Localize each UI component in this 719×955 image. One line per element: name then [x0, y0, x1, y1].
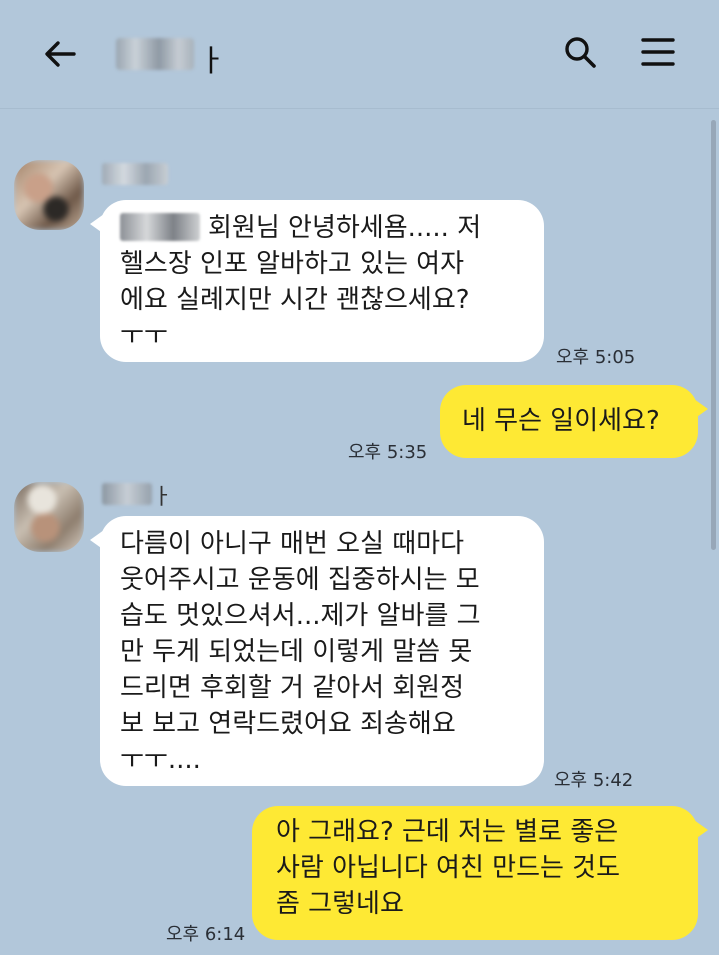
message-line: 만 두게 되었는데 이렇게 말씀 못 [120, 637, 473, 667]
message-line: 네 무슨 일이세요? [462, 406, 660, 436]
message-line: 에요 실례지만 시간 괜찮으세요? [120, 285, 470, 315]
chat-title-suffix: ㅏ [198, 44, 226, 79]
chat-scrollbar[interactable] [711, 120, 716, 550]
back-button[interactable] [36, 30, 84, 78]
redacted-text [120, 213, 200, 241]
message-line: 보 보고 연락드렸어요 죄송해요 [120, 709, 456, 739]
sent-message-bubble[interactable]: 아 그래요? 근데 저는 별로 좋은 사람 아닙니다 여친 만드는 것도 좀 그… [252, 806, 708, 940]
search-button[interactable] [556, 28, 604, 76]
received-message-bubble[interactable]: 다름이 아니구 매번 오실 때마다 웃어주시고 운동에 집중하시는 모 습도 멋… [90, 516, 544, 786]
message-timestamp: 오후 5:35 [348, 442, 428, 463]
message-line: 웃어주시고 운동에 집중하시는 모 [120, 565, 480, 595]
message-line: 회원님 안녕하세욤..... 저 [208, 213, 482, 243]
chat-title-redacted [116, 38, 194, 70]
message-line: 헬스장 인포 알바하고 있는 여자 [120, 249, 465, 279]
sender-name-redacted [102, 483, 152, 505]
message-line: 사람 아닙니다 여친 만드는 것도 [276, 853, 621, 883]
menu-button[interactable] [634, 28, 682, 76]
search-icon [565, 37, 596, 68]
sender-name-redacted [102, 163, 168, 185]
message-line: 다름이 아니구 매번 오실 때마다 [120, 529, 465, 559]
sent-message-bubble[interactable]: 네 무슨 일이세요? [440, 385, 708, 458]
message-timestamp: 오후 6:14 [166, 924, 246, 945]
arrow-left-icon [45, 41, 76, 67]
sender-name-suffix: ㅏ [152, 485, 173, 510]
chat-header: ㅏ [0, 0, 719, 109]
message-line: 좀 그렇네요 [276, 889, 404, 919]
message-timestamp: 오후 5:42 [554, 770, 634, 791]
message-line: ㅜㅜ.... [120, 745, 201, 775]
message-line: 습도 멋있으셔서...제가 알바를 그 [120, 601, 481, 631]
hamburger-menu-icon [641, 38, 675, 66]
sender-avatar[interactable] [14, 482, 84, 552]
received-message-bubble[interactable]: 회원님 안녕하세욤..... 저 헬스장 인포 알바하고 있는 여자 에요 실례… [90, 200, 544, 362]
message-timestamp: 오후 5:05 [556, 347, 636, 368]
message-line: ㅜㅜ [120, 321, 168, 351]
sender-avatar[interactable] [14, 160, 84, 230]
message-line: 아 그래요? 근데 저는 별로 좋은 [276, 817, 619, 847]
message-line: 드리면 후회할 거 같아서 회원정 [120, 673, 465, 703]
